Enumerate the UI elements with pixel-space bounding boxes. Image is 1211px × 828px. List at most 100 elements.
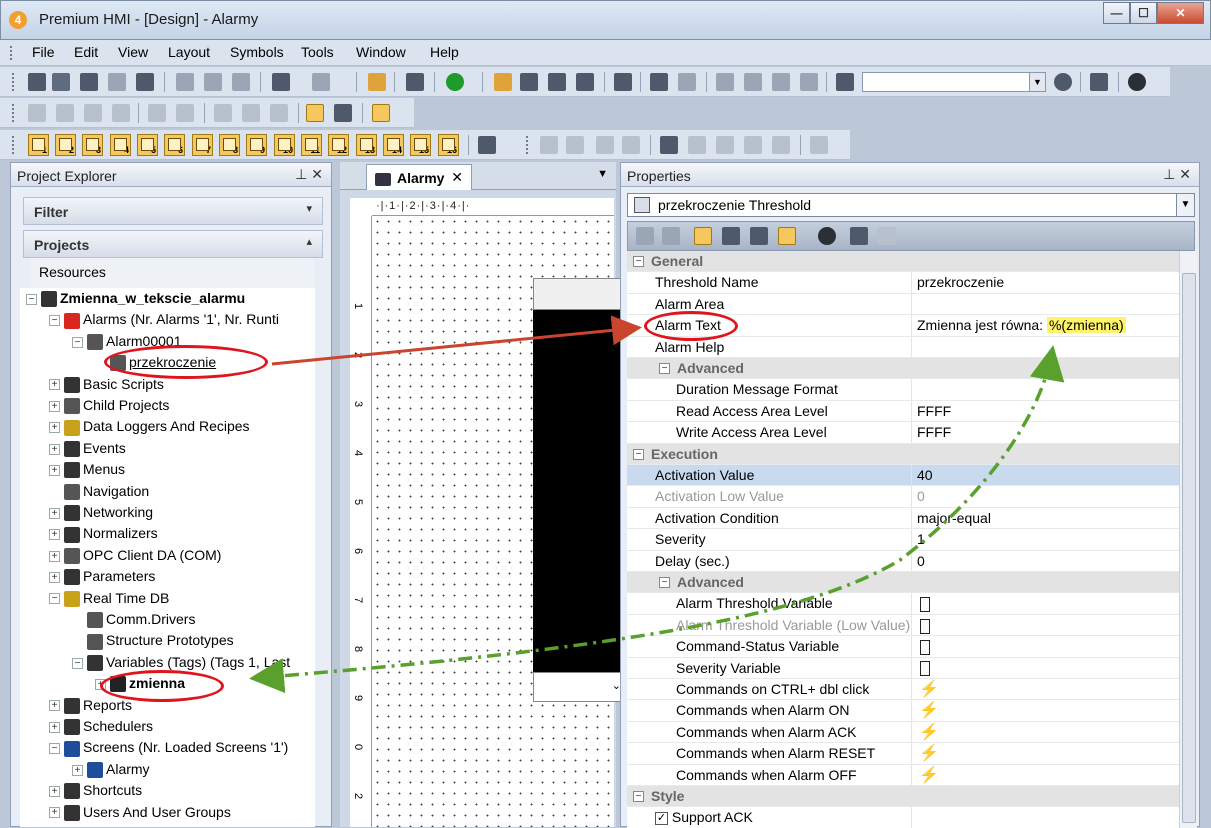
design-canvas[interactable]: ·|·1·|·2·|·3·|·4·|· 1 2 3 4 5 6 7 8 9 0 2 ⌄	[350, 198, 626, 827]
tree-item[interactable]: + Alarmy	[72, 759, 150, 780]
property-row[interactable]: Activation Condition major-equal	[627, 507, 1179, 530]
expand-icon[interactable]: +	[49, 422, 60, 434]
property-row[interactable]: Commands when Alarm ACK ⚡	[627, 721, 1179, 744]
new-file-icon[interactable]	[28, 73, 46, 91]
canvas-combo-box[interactable]: ⌄	[533, 672, 626, 702]
canvas-alarm-window[interactable]	[533, 310, 626, 672]
layer-find-icon[interactable]	[478, 136, 496, 154]
save-icon[interactable]	[80, 73, 98, 91]
property-value[interactable]	[913, 658, 930, 678]
tool-icon-d[interactable]	[678, 73, 696, 91]
variable-browse-icon[interactable]	[920, 639, 930, 655]
help-icon[interactable]	[818, 227, 836, 245]
collapse-icon[interactable]: −	[72, 657, 83, 669]
tool-icon-g[interactable]	[772, 73, 790, 91]
build-icon[interactable]	[406, 73, 424, 91]
expand-icon[interactable]: +	[49, 529, 60, 541]
property-value[interactable]: major-equal	[913, 508, 991, 528]
property-row[interactable]: Commands when Alarm RESET ⚡	[627, 743, 1179, 765]
checkbox[interactable]: ✓	[655, 812, 668, 826]
same-width-icon[interactable]	[148, 104, 166, 122]
property-category[interactable]: − General	[627, 251, 1179, 273]
cancel-icon[interactable]	[662, 227, 680, 245]
property-value[interactable]: ⚡	[913, 679, 939, 699]
command-bolt-icon[interactable]: ⚡	[919, 745, 939, 762]
open-file-icon[interactable]	[52, 73, 70, 91]
property-category[interactable]: − Advanced	[627, 358, 1179, 380]
property-row[interactable]: Severity Variable	[627, 657, 1179, 679]
expand-icon[interactable]: +	[49, 721, 60, 733]
settings-gear-icon[interactable]	[494, 73, 512, 91]
layer-4-button[interactable]: 4	[110, 134, 131, 156]
property-row[interactable]: Duration Message Format	[627, 379, 1179, 401]
layer-13-button[interactable]: 13	[356, 134, 377, 156]
layer-16-button[interactable]: 16	[438, 134, 459, 156]
tool-icon-o[interactable]	[716, 136, 734, 154]
property-row[interactable]: Alarm Threshold Variable (Low Value)	[627, 614, 1179, 637]
layer-10-button[interactable]: 10	[274, 134, 295, 156]
layer-8-button[interactable]: 8	[219, 134, 240, 156]
tree-item[interactable]: − Zmienna_w_tekscie_alarmu	[26, 288, 245, 309]
property-value[interactable]	[913, 379, 917, 399]
ruler-icon[interactable]	[372, 104, 390, 122]
layer-7-button[interactable]: 7	[192, 134, 213, 156]
tree-item[interactable]: + Menus	[49, 459, 125, 480]
space-vertical-icon[interactable]	[242, 104, 260, 122]
property-value[interactable]: ⚡	[913, 743, 939, 763]
expand-icon[interactable]: +	[49, 700, 60, 712]
property-value[interactable]: Zmienna jest równa: %(zmienna)	[913, 315, 1126, 335]
menu-window[interactable]: Window	[356, 44, 406, 60]
expand-icon[interactable]: +	[49, 379, 60, 391]
grid-icon[interactable]	[306, 104, 324, 122]
tag-icon[interactable]	[614, 73, 632, 91]
align-left-icon[interactable]	[28, 104, 46, 122]
layer-14-button[interactable]: 14	[383, 134, 404, 156]
property-pages-icon[interactable]	[750, 227, 768, 245]
property-value[interactable]	[913, 807, 917, 827]
property-value[interactable]: 40	[913, 465, 933, 485]
property-value[interactable]: ⚡	[913, 700, 939, 720]
command-bolt-icon[interactable]: ⚡	[919, 702, 939, 719]
tree-item[interactable]: + Networking	[49, 502, 153, 523]
property-value[interactable]: 0	[913, 486, 925, 506]
expand-icon[interactable]: +	[49, 464, 60, 476]
expand-icon[interactable]: +	[49, 507, 60, 519]
menu-layout[interactable]: Layout	[168, 44, 210, 60]
tree-item[interactable]: − Variables (Tags) (Tags 1, Last	[72, 652, 290, 673]
property-value[interactable]: przekroczenie	[913, 272, 1004, 292]
expand-icon[interactable]: +	[49, 400, 60, 412]
property-value[interactable]: FFFF	[913, 401, 951, 421]
command-bolt-icon[interactable]: ⚡	[919, 724, 939, 741]
tree-item[interactable]: + Parameters	[49, 566, 155, 587]
pin-icon[interactable]: ⊥ ✕	[1163, 166, 1191, 183]
space-horizontal-icon[interactable]	[214, 104, 232, 122]
tool-icon-j[interactable]	[566, 136, 584, 154]
scrollbar-thumb[interactable]	[1182, 273, 1196, 823]
property-row[interactable]: Commands when Alarm OFF ⚡	[627, 764, 1179, 786]
property-row[interactable]: Activation Low Value 0	[627, 486, 1179, 508]
tool-icon-f[interactable]	[744, 73, 762, 91]
command-bolt-icon[interactable]: ⚡	[919, 767, 939, 784]
variable-browse-icon[interactable]	[920, 618, 930, 634]
collapse-icon[interactable]: −	[26, 293, 37, 305]
object-selector[interactable]: przekroczenie Threshold ▼	[627, 193, 1195, 217]
print-icon[interactable]	[1090, 73, 1108, 91]
property-value[interactable]	[913, 337, 917, 357]
resources-tab[interactable]: Resources	[30, 258, 315, 288]
tree-item[interactable]: + Normalizers	[49, 523, 158, 544]
menu-edit[interactable]: Edit	[74, 44, 98, 60]
chevron-up-icon[interactable]: ▴	[306, 235, 312, 248]
tool-icon-b[interactable]	[548, 73, 566, 91]
property-row[interactable]: Alarm Help	[627, 336, 1179, 358]
copy-icon[interactable]	[204, 73, 222, 91]
tool-icon-p[interactable]	[744, 136, 762, 154]
property-category[interactable]: − Advanced	[627, 572, 1179, 594]
collapse-icon[interactable]: −	[49, 315, 60, 327]
menu-file[interactable]: File	[32, 44, 55, 60]
chevron-down-icon[interactable]: ▾	[306, 202, 312, 215]
tree-item[interactable]: Navigation	[49, 481, 149, 502]
expand-icon[interactable]: +	[49, 443, 60, 455]
property-row[interactable]: Commands on CTRL+ dbl click ⚡	[627, 679, 1179, 701]
filter-section[interactable]: Filter ▾	[23, 197, 323, 225]
tool-icon-e[interactable]	[716, 73, 734, 91]
